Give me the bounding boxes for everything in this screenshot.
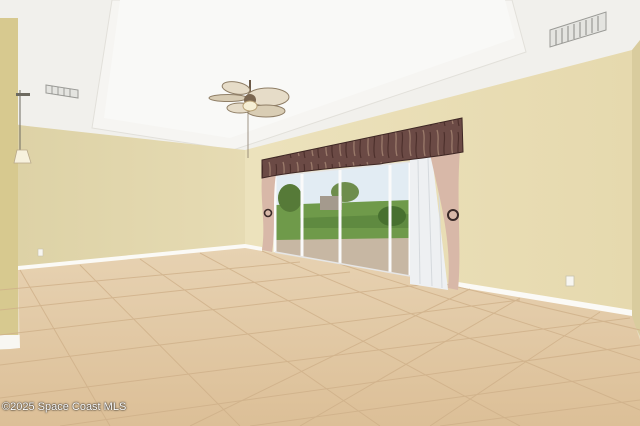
left-wall [18,125,245,268]
mls-watermark: ©2025 Space Coast MLS [2,401,127,413]
wall-outlet-icon [565,275,575,287]
wall-outlet-icon [37,248,44,257]
room-photo: ©2025 Space Coast MLS [0,0,640,426]
left-column [0,18,18,348]
room-illustration [0,0,640,426]
